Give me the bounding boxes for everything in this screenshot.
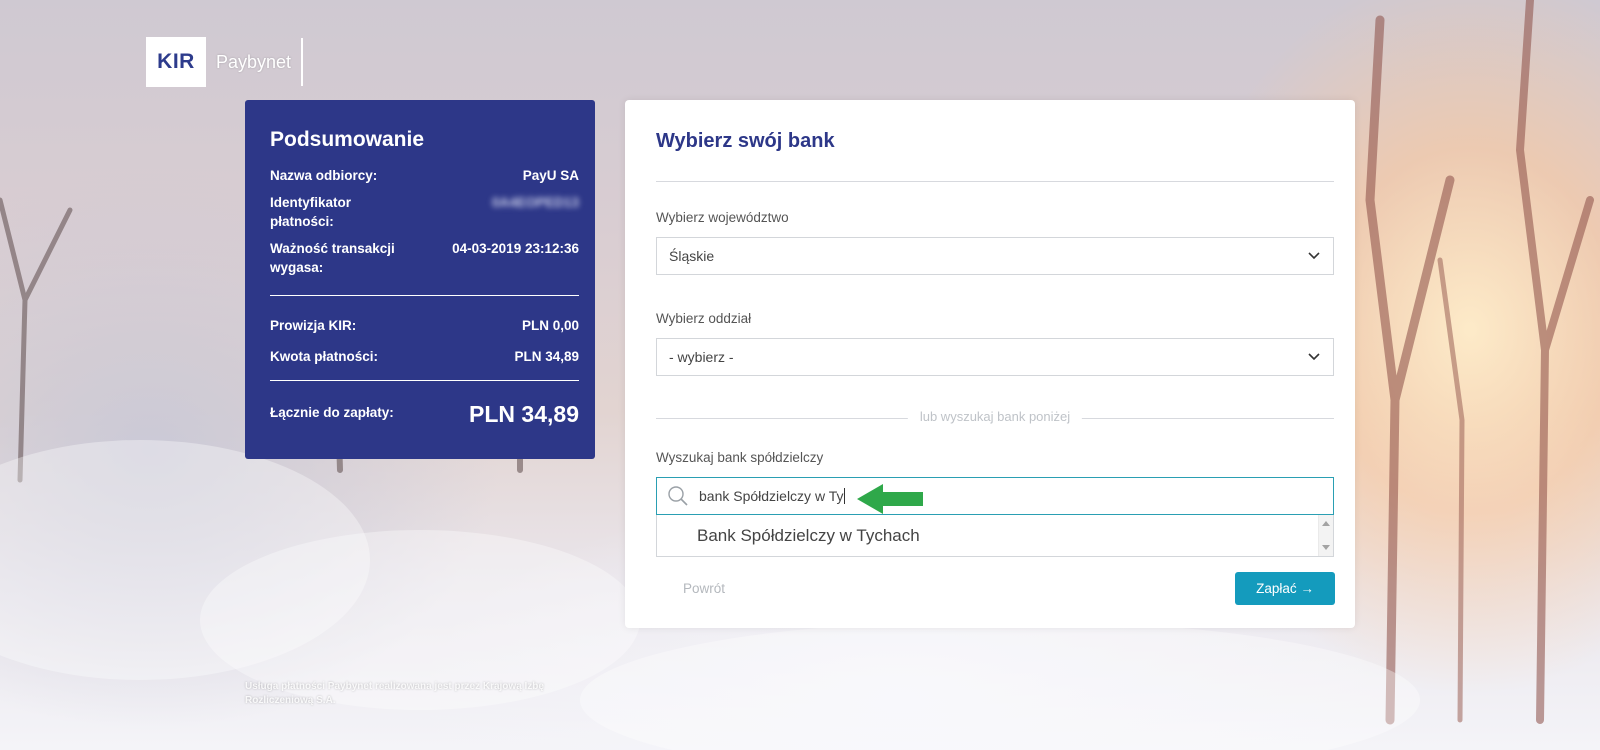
region-select-value: Śląskie (669, 248, 715, 264)
branch-label: Wybierz oddział (656, 311, 752, 326)
search-input-value: bank Spółdzielczy w Ty (699, 488, 844, 504)
summary-total: Łącznie do zapłaty: PLN 34,89 (270, 401, 579, 428)
region-label: Wybierz województwo (656, 210, 789, 225)
amount-value: PLN 34,89 (514, 349, 579, 364)
back-link[interactable]: Powrót (683, 581, 725, 596)
summary-row-amount: Kwota płatności: PLN 34,89 (270, 347, 579, 366)
summary-divider-2 (270, 380, 579, 381)
bank-selection-card: Wybierz swój bank Wybierz województwo Śl… (625, 100, 1355, 628)
branch-select-value: - wybierz - (669, 349, 734, 365)
suggestion-scrollbar[interactable] (1318, 515, 1333, 556)
pay-button[interactable]: Zapłać → (1235, 572, 1335, 605)
amount-label: Kwota płatności: (270, 349, 379, 364)
total-label: Łącznie do zapłaty: (270, 405, 394, 420)
title-divider (656, 181, 1334, 182)
summary-row-expiry: Ważność transakcji wygasa: 04-03-2019 23… (270, 239, 579, 277)
search-label: Wyszukaj bank spółdzielczy (656, 450, 824, 465)
text-caret (844, 488, 846, 504)
scroll-down-icon[interactable] (1322, 545, 1330, 550)
logo-divider (301, 38, 304, 86)
fee-label: Prowizja KIR: (270, 318, 357, 333)
or-separator: lub wyszukaj bank poniżej (656, 408, 1334, 428)
paybynet-wordmark: Paybynet (216, 51, 292, 72)
form-actions: Powrót Zapłać → (656, 572, 1335, 605)
chevron-down-icon (1307, 249, 1321, 263)
branch-select[interactable]: - wybierz - (656, 338, 1334, 376)
summary-title: Podsumowanie (270, 128, 425, 151)
payment-summary-panel: Podsumowanie Nazwa odbiorcy: PayU SA Ide… (245, 100, 595, 459)
summary-row-payment-id: Identyfikator płatności: 0A4EOPED13 (270, 193, 579, 231)
summary-row-recipient: Nazwa odbiorcy: PayU SA (270, 166, 579, 185)
expiry-value: 04-03-2019 23:12:36 (452, 241, 579, 256)
kir-logo: KIR (146, 37, 206, 87)
expiry-label: Ważność transakcji wygasa: (270, 241, 395, 275)
or-text: lub wyszukaj bank poniżej (907, 409, 1083, 424)
payment-id-value: 0A4EOPED13 (491, 195, 579, 210)
fee-value: PLN 0,00 (521, 318, 579, 333)
chevron-down-icon (1307, 350, 1321, 364)
search-icon (668, 486, 688, 506)
summary-row-fee: Prowizja KIR: PLN 0,00 (270, 316, 579, 335)
scroll-up-icon[interactable] (1322, 521, 1330, 526)
total-value: PLN 34,89 (469, 401, 579, 427)
recipient-label: Nazwa odbiorcy: (270, 168, 378, 183)
payment-id-label: Identyfikator płatności: (270, 195, 352, 229)
bank-suggestion-item[interactable]: Bank Spółdzielczy w Tychach (697, 526, 920, 546)
region-select[interactable]: Śląskie (656, 237, 1334, 275)
summary-divider (270, 295, 579, 296)
bank-suggestion-list: Bank Spółdzielczy w Tychach (656, 515, 1334, 557)
bank-form-title: Wybierz swój bank (656, 130, 835, 152)
footer-note: Usługa płatności Paybynet realizowana je… (245, 681, 544, 706)
bank-search-input[interactable]: bank Spółdzielczy w Ty (656, 477, 1334, 515)
paybynet-logo: KIR Paybynet (146, 37, 304, 87)
recipient-value: PayU SA (522, 168, 579, 183)
arrow-annotation-icon (857, 484, 923, 514)
